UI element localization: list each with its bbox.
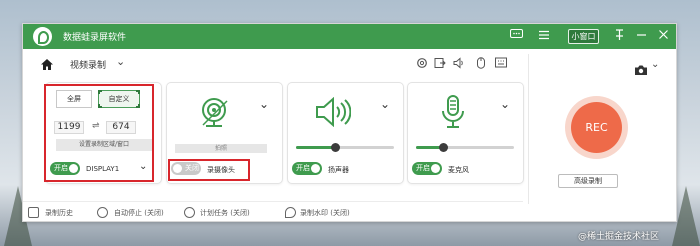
pin-icon[interactable] [612, 29, 627, 44]
chevron-down-icon[interactable]: ⌄ [116, 55, 125, 68]
title-bar: 数据蛙录屏软件 小窗口 [23, 24, 676, 49]
chevron-down-icon[interactable]: ⌄ [500, 97, 510, 111]
audio-icon[interactable] [453, 57, 465, 69]
toolbar: 视频录制 ⌄ [23, 49, 676, 77]
close-icon[interactable] [656, 29, 671, 44]
app-logo-icon [33, 27, 52, 46]
watermark-icon [285, 207, 296, 218]
bottom-bar: 录制历史 自动停止 (关闭) 计划任务 (关闭) 录制水印 (关闭) [23, 201, 523, 223]
app-window: 数据蛙录屏软件 小窗口 视频录制 ⌄ 全屏 自定义 1199 ⇌ 674 设置录… [22, 23, 677, 222]
photo-button[interactable]: 拍照 [175, 144, 267, 153]
chevron-down-icon[interactable]: ⌄ [380, 97, 390, 111]
mic-toggle[interactable]: 开启 [412, 162, 442, 175]
chat-icon[interactable] [509, 29, 524, 44]
mic-label: 麦克风 [448, 166, 469, 174]
microphone-icon [440, 95, 466, 133]
webcam-icon [197, 95, 233, 135]
speaker-toggle[interactable]: 开启 [292, 162, 322, 175]
camera-icon[interactable] [634, 61, 648, 75]
menu-icon[interactable] [536, 29, 551, 44]
history-icon [28, 207, 39, 218]
highlight-box [44, 84, 154, 182]
home-icon[interactable] [40, 56, 54, 70]
export-icon[interactable] [434, 57, 446, 69]
mini-window-button[interactable]: 小窗口 [568, 29, 599, 44]
speaker-card: ⌄ 开启 扬声器 [287, 82, 404, 184]
breadcrumb-label[interactable]: 视频录制 [70, 58, 106, 71]
slider-knob[interactable] [331, 143, 341, 152]
speaker-icon [315, 96, 352, 131]
speaker-label: 扬声器 [328, 166, 349, 174]
history-link[interactable]: 录制历史 [45, 208, 73, 218]
minimize-icon[interactable] [634, 29, 649, 44]
advanced-record-button[interactable]: 高级录制 [558, 174, 618, 188]
app-title: 数据蛙录屏软件 [63, 33, 127, 43]
slider-knob[interactable] [439, 143, 449, 152]
site-watermark: @稀土掘金技术社区 [578, 232, 660, 242]
schedule-link[interactable]: 计划任务 (关闭) [200, 208, 250, 218]
highlight-box [168, 159, 250, 181]
speaker-volume-slider[interactable] [296, 143, 394, 152]
mouse-icon[interactable] [475, 57, 487, 69]
settings-icon[interactable] [416, 57, 428, 69]
watermark-link[interactable]: 录制水印 (关闭) [300, 208, 350, 218]
keyboard-icon[interactable] [495, 57, 507, 69]
rec-button[interactable]: REC [571, 102, 622, 153]
panel-divider [528, 54, 529, 204]
slider-fill [296, 146, 336, 149]
clock-icon [97, 207, 108, 218]
alarm-icon [184, 207, 195, 218]
chevron-down-icon[interactable]: ⌄ [259, 97, 269, 111]
chevron-down-icon[interactable]: ⌄ [651, 59, 659, 70]
auto-stop-link[interactable]: 自动停止 (关闭) [114, 208, 164, 218]
mic-volume-slider[interactable] [416, 143, 514, 152]
mic-card: ⌄ 开启 麦克风 [407, 82, 524, 184]
